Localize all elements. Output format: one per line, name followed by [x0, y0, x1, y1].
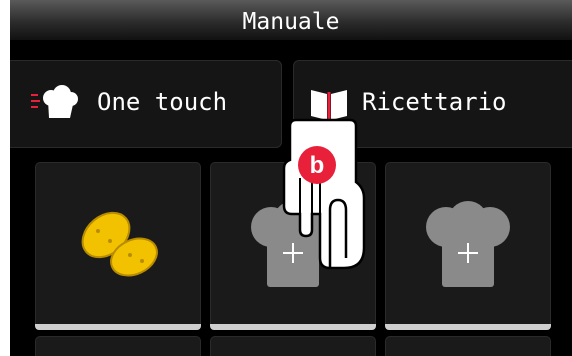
program-tile-row2-3[interactable] — [385, 336, 551, 356]
tile-selection-bar — [385, 324, 551, 330]
title-bar: Manuale — [10, 0, 572, 40]
step-badge-letter: b — [310, 152, 325, 179]
tab-one-touch-label: One touch — [97, 88, 228, 116]
tab-ricettario-label: Ricettario — [362, 88, 507, 116]
page-title: Manuale — [242, 9, 340, 35]
program-tile-add-2[interactable] — [385, 162, 551, 330]
potatoes-icon — [81, 211, 158, 277]
program-tile-row2-1[interactable] — [35, 336, 201, 356]
tile-selection-bar — [35, 324, 201, 330]
add-chef-hat-icon — [426, 201, 510, 287]
program-tile-row2-2[interactable] — [210, 336, 376, 356]
chef-hat-speed-icon — [31, 85, 78, 118]
pointing-hand-icon: b — [282, 118, 366, 270]
open-book-icon — [311, 90, 347, 120]
program-tile-potatoes[interactable] — [35, 162, 201, 330]
tab-one-touch[interactable]: One touch — [10, 60, 282, 148]
tile-selection-bar — [210, 324, 376, 330]
